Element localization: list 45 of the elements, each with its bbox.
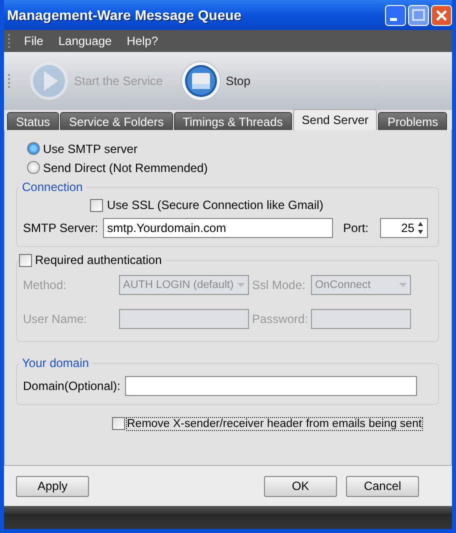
radio-button[interactable] bbox=[27, 142, 40, 155]
tab[interactable]: Service & Folders bbox=[60, 112, 173, 130]
checkbox-label: Required authentication bbox=[35, 253, 162, 267]
dialog-button[interactable]: OK bbox=[264, 476, 337, 496]
grip-icon bbox=[8, 74, 11, 88]
field-label: Password: bbox=[251, 312, 310, 326]
tab[interactable]: Problems bbox=[378, 112, 448, 130]
radio-button[interactable] bbox=[27, 161, 40, 174]
maximize-button[interactable] bbox=[408, 4, 429, 26]
field-label: Domain(Optional): bbox=[23, 379, 120, 393]
input-field[interactable]: smtp.Yourdomain.com bbox=[103, 218, 334, 238]
checkbox[interactable] bbox=[19, 254, 32, 266]
menu-item[interactable]: Help? bbox=[120, 34, 166, 48]
tab[interactable]: Send Server bbox=[292, 109, 378, 130]
input-field[interactable] bbox=[125, 376, 418, 396]
menu-item[interactable]: File bbox=[17, 34, 52, 48]
close-button[interactable] bbox=[431, 4, 452, 26]
toolbar-button[interactable]: Stop bbox=[168, 59, 256, 103]
number-spinner[interactable]: 25 bbox=[380, 218, 428, 238]
group-title: Your domain bbox=[21, 356, 90, 370]
grip-icon bbox=[8, 34, 11, 48]
field-label: User Name: bbox=[23, 312, 88, 326]
checkbox[interactable] bbox=[90, 198, 103, 212]
dropdown-arrow-icon bbox=[399, 282, 407, 288]
checkbox-label: Remove X-sender/receiver header from emails being sent bbox=[127, 418, 422, 430]
field-label: Port: bbox=[343, 221, 368, 235]
minimize-button[interactable] bbox=[385, 4, 406, 26]
checkbox[interactable] bbox=[112, 417, 125, 430]
tab[interactable]: Status bbox=[7, 112, 60, 130]
dropdown-arrow-icon bbox=[237, 282, 245, 288]
spin-arrows-icon[interactable] bbox=[416, 220, 426, 236]
tab[interactable]: Timings & Threads bbox=[174, 112, 292, 130]
dialog-button[interactable]: Cancel bbox=[346, 476, 419, 496]
checkbox-label: Use SSL (Secure Connection like Gmail) bbox=[107, 198, 324, 212]
group-title: Connection bbox=[21, 180, 84, 194]
menu-item[interactable]: Language bbox=[51, 34, 120, 48]
play-icon bbox=[29, 61, 69, 101]
radio-label: Use SMTP server bbox=[43, 142, 138, 156]
window-title: Management-Ware Message Queue bbox=[7, 7, 242, 23]
stop-icon bbox=[180, 61, 221, 101]
field-label: SMTP Server: bbox=[23, 221, 98, 235]
field-label: Method: bbox=[23, 278, 68, 292]
dialog-button[interactable]: Apply bbox=[16, 476, 89, 496]
radio-label: Send Direct (Not Remmended) bbox=[43, 160, 208, 174]
field-label: Ssl Mode: bbox=[251, 278, 306, 292]
